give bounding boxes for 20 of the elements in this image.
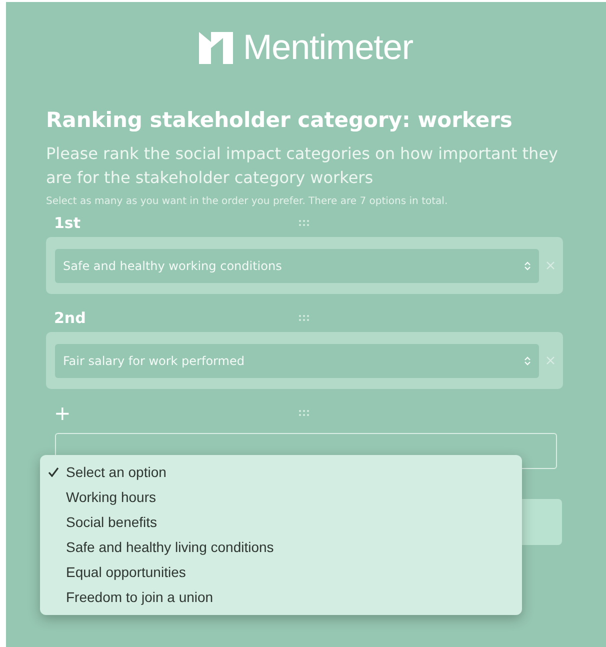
up-down-chevron-icon: [524, 356, 531, 366]
drag-handle-icon[interactable]: [298, 314, 310, 322]
dropdown-option[interactable]: Freedom to join a union: [66, 588, 214, 604]
logo-text: Mentimeter: [242, 28, 414, 68]
dropdown-option[interactable]: Equal opportunities: [66, 564, 186, 580]
dropdown-option[interactable]: Safe and healthy living conditions: [66, 538, 274, 554]
logo-icon: [198, 32, 233, 64]
rank-label: 1st: [54, 214, 81, 232]
drag-handle-icon[interactable]: [298, 409, 310, 417]
drag-handle-icon[interactable]: [298, 219, 310, 227]
close-icon[interactable]: [546, 261, 555, 270]
question-title: Ranking stakeholder category: workers: [46, 108, 514, 132]
dropdown-option[interactable]: Social benefits: [66, 514, 158, 530]
question-hint: Select as many as you want in the order you prefer. There are 7 options in total.: [46, 196, 449, 207]
close-icon[interactable]: [546, 356, 555, 365]
question-description: Please rank the social impact categories on how important they are for the stakeholder category workers: [46, 143, 560, 189]
dropdown-option[interactable]: Working hours: [66, 488, 156, 504]
up-down-chevron-icon: [524, 260, 531, 270]
dropdown-option[interactable]: Select an option: [66, 464, 166, 480]
rank-label: 2nd: [54, 309, 86, 327]
